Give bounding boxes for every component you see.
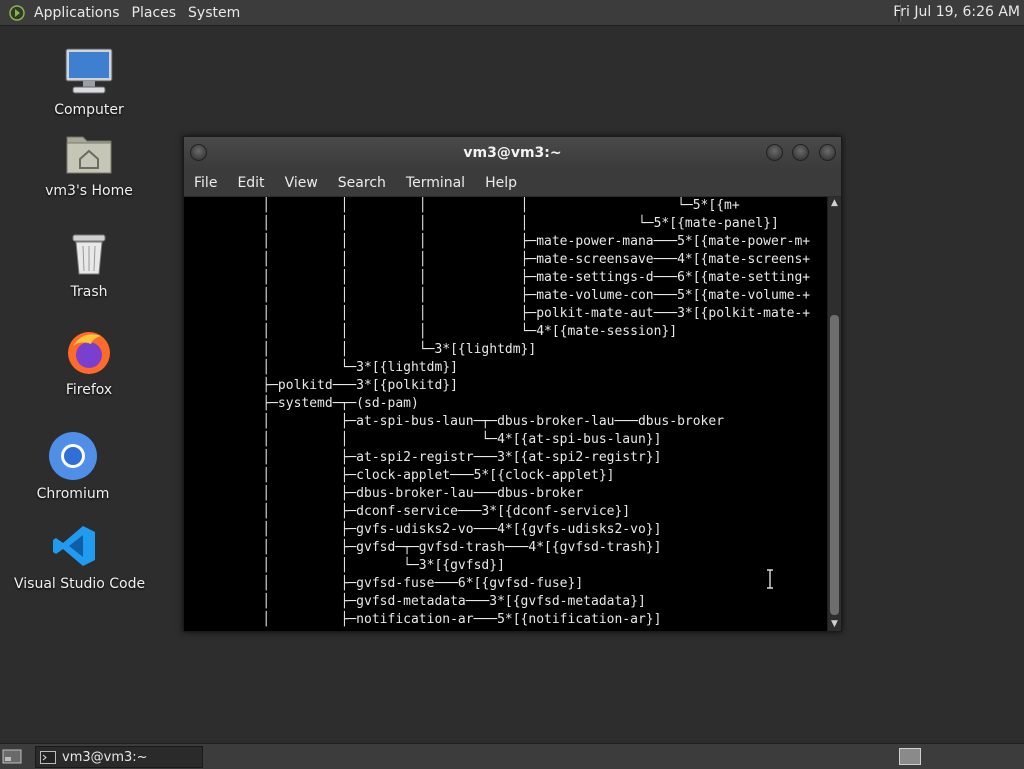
menu-system[interactable]: System xyxy=(184,5,248,21)
window-titlebar[interactable]: vm3@vm3:~ xyxy=(184,137,841,170)
terminal-line: │ ├─dconf-service───3*[{dconf-service}] xyxy=(184,504,631,519)
bottom-panel: vm3@vm3:~ xyxy=(0,743,1024,769)
terminal-line: ├─systemd─┬─(sd-pam) xyxy=(184,396,419,411)
desktop-icon-label: Visual Studio Code xyxy=(14,576,146,592)
vertical-scrollbar[interactable]: ▲ ▼ xyxy=(827,197,841,631)
terminal-line: │ ├─notification-ar───5*[{notification-a… xyxy=(184,612,662,627)
terminal-line: │ ├─gvfs-udisks2-vo───4*[{gvfs-udisks2-v… xyxy=(184,522,662,537)
desktop-icon-label: Chromium xyxy=(36,486,110,502)
terminal-line: │ │ └─3*[{lightdm}] xyxy=(184,342,537,357)
minimize-icon[interactable] xyxy=(766,144,783,161)
top-panel: Applications Places System Fri Jul 19, 6… xyxy=(0,0,1024,26)
desktop-icon-chromium[interactable]: Chromium xyxy=(36,430,110,502)
chromium-icon xyxy=(47,430,99,482)
firefox-icon xyxy=(63,326,115,378)
terminal-line: │ ├─gvfsd-metadata───3*[{gvfsd-metadata}… xyxy=(184,594,646,609)
scrollbar-thumb[interactable] xyxy=(830,315,839,615)
mate-logo-icon[interactable] xyxy=(8,4,26,22)
desktop-icon-firefox[interactable]: Firefox xyxy=(52,326,126,398)
scroll-down-arrow-icon[interactable]: ▼ xyxy=(828,618,841,631)
menu-view[interactable]: View xyxy=(275,175,328,191)
desktop-icon-computer[interactable]: Computer xyxy=(48,46,130,118)
home-folder-icon xyxy=(63,127,115,179)
window-menubar: File Edit View Search Terminal Help xyxy=(184,169,841,197)
terminal-line: │ └─3*[{lightdm}] xyxy=(184,360,458,375)
terminal-line: │ │ └─3*[{gvfsd}] xyxy=(184,558,505,573)
menu-file[interactable]: File xyxy=(184,175,227,191)
terminal-line: │ ├─gvfsd-fuse───6*[{gvfsd-fuse}] xyxy=(184,576,584,591)
menu-edit[interactable]: Edit xyxy=(227,175,274,191)
show-desktop-icon[interactable] xyxy=(2,748,22,765)
menu-search[interactable]: Search xyxy=(328,175,396,191)
terminal-icon xyxy=(40,750,56,764)
menu-help[interactable]: Help xyxy=(475,175,527,191)
terminal-line: │ │ │ ├─polkit-mate-aut───3*[{polkit-mat… xyxy=(184,306,811,321)
desktop-icon-trash[interactable]: Trash xyxy=(52,228,126,300)
terminal-line: │ ├─at-spi2-registr───3*[{at-spi2-regist… xyxy=(184,450,662,465)
terminal-output[interactable]: │ │ │ │ └─5*[{m+ │ │ │ │ └─5*[{mate-pane… xyxy=(184,197,827,631)
desktop-icon-label: Firefox xyxy=(65,382,113,398)
maximize-icon[interactable] xyxy=(792,144,809,161)
desktop-icon-home[interactable]: vm3's Home xyxy=(44,127,134,199)
desktop-icon-label: Computer xyxy=(54,102,124,118)
workspace-switcher[interactable] xyxy=(899,748,921,765)
terminal-line: │ │ │ ├─mate-power-mana───5*[{mate-power… xyxy=(184,234,811,249)
taskbar-item-terminal[interactable]: vm3@vm3:~ xyxy=(35,746,203,768)
vscode-icon xyxy=(48,520,100,572)
scroll-up-arrow-icon[interactable]: ▲ xyxy=(828,197,841,210)
terminal-line: │ │ │ ├─mate-settings-d───6*[{mate-setti… xyxy=(184,270,811,285)
terminal-line: ├─polkitd───3*[{polkitd}] xyxy=(184,378,458,393)
desktop-icon-label: vm3's Home xyxy=(45,183,133,199)
clock[interactable]: Fri Jul 19, 6:26 AM xyxy=(893,0,1024,25)
close-icon[interactable] xyxy=(819,144,836,161)
terminal-line: │ │ │ ├─mate-volume-con───5*[{mate-volum… xyxy=(184,288,811,303)
terminal-line: │ ├─clock-applet───5*[{clock-applet}] xyxy=(184,468,615,483)
menu-terminal[interactable]: Terminal xyxy=(396,175,475,191)
terminal-line: │ │ │ │ └─5*[{mate-panel}] xyxy=(184,216,779,231)
taskbar-item-label: vm3@vm3:~ xyxy=(62,749,148,765)
menu-applications[interactable]: Applications xyxy=(30,5,128,21)
text-cursor-icon xyxy=(767,569,773,589)
terminal-line: │ │ │ │ └─5*[{m+ xyxy=(184,198,740,213)
trash-icon xyxy=(63,228,115,280)
terminal-line: │ │ └─4*[{at-spi-bus-laun}] xyxy=(184,432,662,447)
menu-places[interactable]: Places xyxy=(128,5,185,21)
terminal-line: │ ├─dbus-broker-lau───dbus-broker xyxy=(184,486,584,501)
window-title: vm3@vm3:~ xyxy=(463,145,562,161)
terminal-line: │ ├─gvfsd─┬─gvfsd-trash───4*[{gvfsd-tras… xyxy=(184,540,662,555)
computer-icon xyxy=(63,46,115,98)
terminal-line: │ ├─at-spi-bus-laun─┬─dbus-broker-lau───… xyxy=(184,414,725,429)
desktop-icon-label: Trash xyxy=(70,284,108,300)
desktop-icon-vscode[interactable]: Visual Studio Code xyxy=(14,520,146,592)
terminal-window: vm3@vm3:~ File Edit View Search Terminal… xyxy=(183,136,842,632)
terminal-line: │ │ │ └─4*[{mate-session}] xyxy=(184,324,678,339)
terminal-line: │ │ │ ├─mate-screensave───4*[{mate-scree… xyxy=(184,252,811,267)
